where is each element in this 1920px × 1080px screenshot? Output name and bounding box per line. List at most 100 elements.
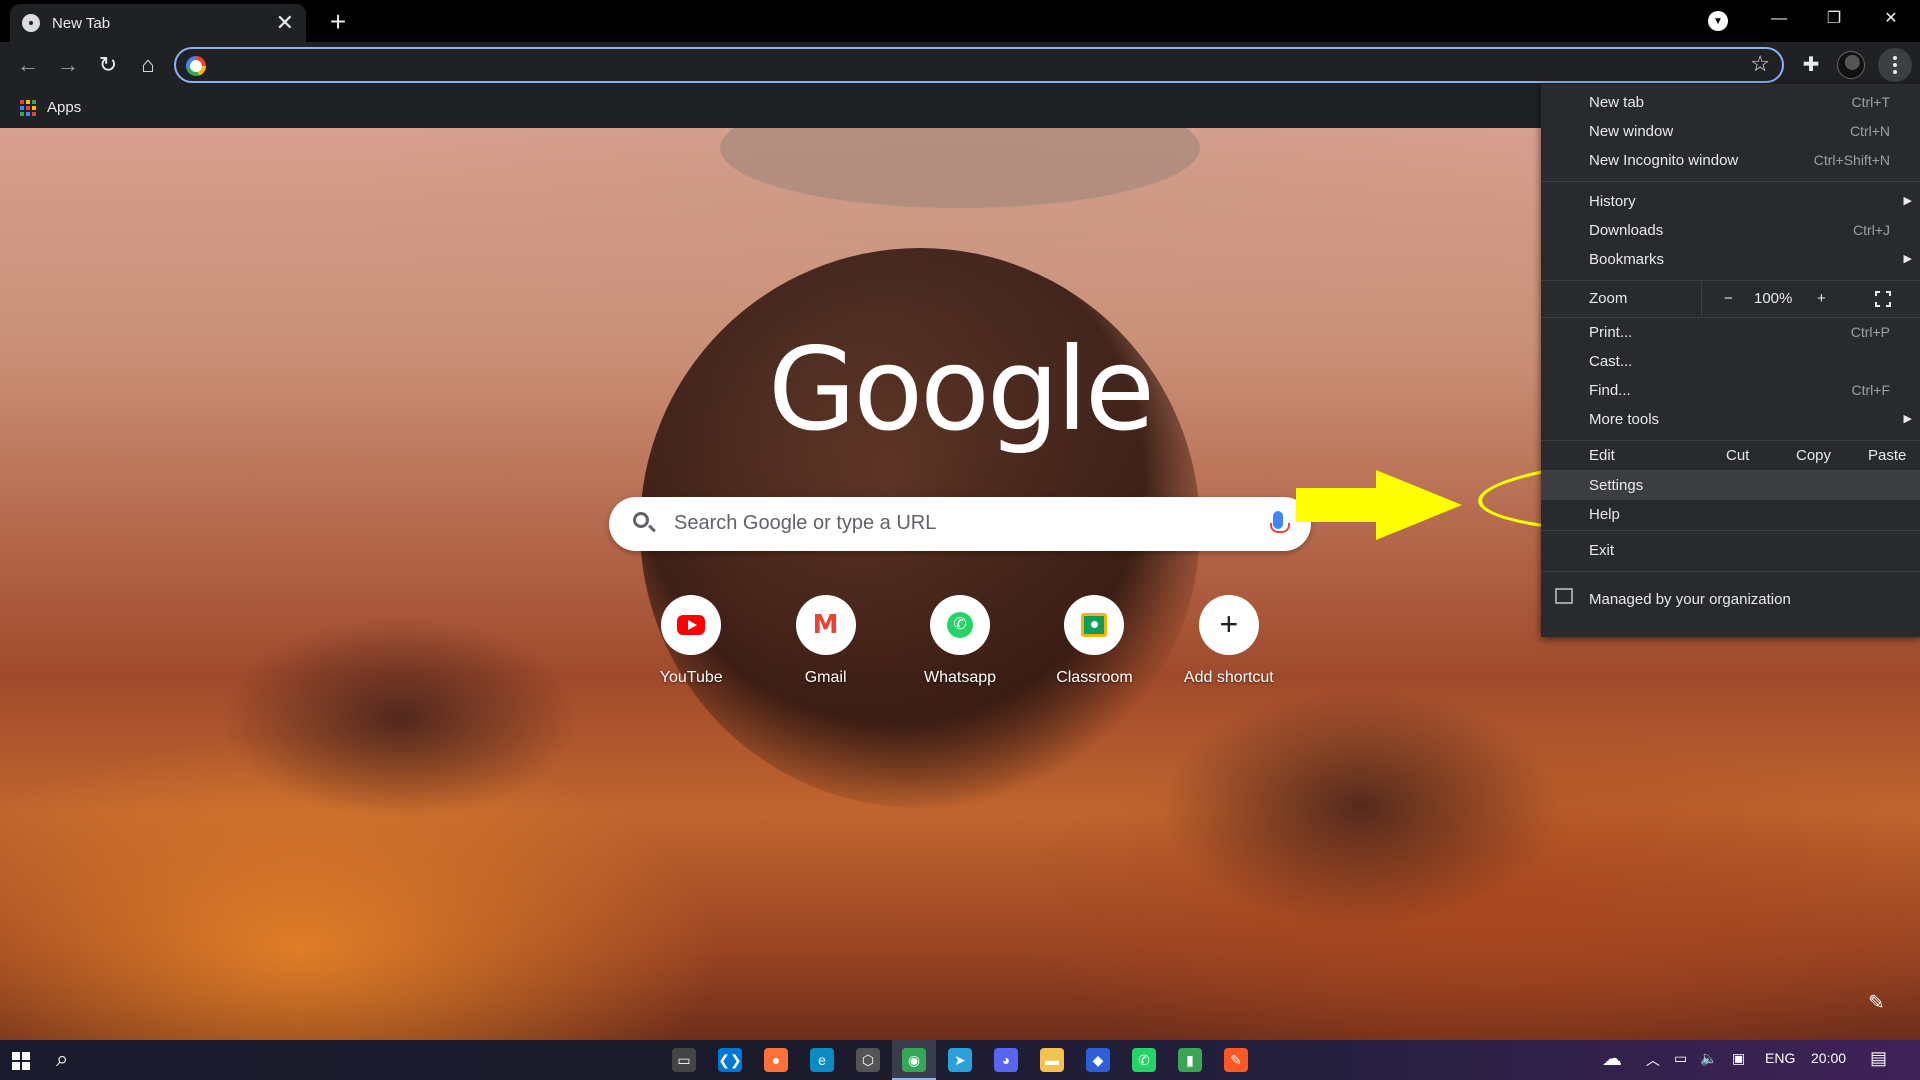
menu-item-history[interactable]: History ▶ <box>1541 187 1920 216</box>
edit-buttons: Cut Copy Paste <box>1701 441 1920 470</box>
forward-button[interactable]: → <box>52 49 84 81</box>
cut-button[interactable]: Cut <box>1726 441 1749 470</box>
tab-title: New Tab <box>52 14 111 32</box>
apps-grid-dot <box>20 100 24 104</box>
search-icon <box>633 512 649 528</box>
reload-button[interactable]: ↻ <box>92 49 124 81</box>
chrome-menu-button[interactable] <box>1878 48 1912 82</box>
apps-grid-icon[interactable] <box>20 100 36 116</box>
tab-new-tab[interactable]: New Tab ✕ <box>10 4 306 42</box>
chrome-icon[interactable]: ◉ <box>902 1048 926 1072</box>
menu-item-cast[interactable]: Cast... <box>1541 347 1920 376</box>
battery-icon[interactable]: ▭ <box>1674 1050 1687 1067</box>
submenu-arrow-icon: ▶ <box>1903 253 1912 265</box>
app-orange-icon[interactable]: ✎ <box>1224 1048 1248 1072</box>
tab-strip: New Tab ✕ + ▼ — ❐ ✕ <box>0 0 1920 42</box>
weather-icon[interactable]: ☁ <box>1602 1046 1622 1071</box>
shortcut-whatsapp[interactable]: ✆ Whatsapp <box>893 595 1027 687</box>
toolbar: ← → ↻ ⌂ ☆ ✚ <box>0 42 1920 88</box>
firefox-icon[interactable]: ● <box>764 1048 788 1072</box>
background-left-hand <box>220 618 580 818</box>
zoom-in-button[interactable]: + <box>1817 281 1826 317</box>
home-button[interactable]: ⌂ <box>132 49 164 81</box>
shortcut-youtube[interactable]: YouTube <box>624 595 758 687</box>
menu-item-downloads[interactable]: Downloads Ctrl+J <box>1541 216 1920 245</box>
zoom-out-button[interactable]: − <box>1724 281 1733 317</box>
add-shortcut-tile[interactable]: + <box>1198 595 1259 655</box>
menu-item-help[interactable]: Help <box>1541 500 1920 529</box>
copy-button[interactable]: Copy <box>1796 441 1831 470</box>
bookmark-star-icon[interactable]: ☆ <box>1750 51 1770 77</box>
chrome-favicon-icon <box>22 14 40 32</box>
discord-icon[interactable]: ◕ <box>994 1048 1018 1072</box>
shortcut-gmail[interactable]: M Gmail <box>758 595 892 687</box>
gmail-icon: M <box>812 610 839 640</box>
settings-app-icon[interactable]: ⬡ <box>856 1048 880 1072</box>
address-bar[interactable]: ☆ <box>174 47 1784 83</box>
fullscreen-icon[interactable] <box>1875 291 1891 307</box>
new-tab-button[interactable]: + <box>322 6 354 38</box>
apps-grid-dot <box>26 100 30 104</box>
app-blue-icon[interactable]: ◆ <box>1086 1048 1110 1072</box>
volume-icon[interactable]: 🔈 <box>1700 1050 1717 1067</box>
building-icon <box>1555 588 1573 604</box>
apps-grid-dot <box>32 100 36 104</box>
menu-item-settings[interactable]: Settings <box>1541 471 1920 500</box>
ntp-search-box[interactable]: Search Google or type a URL <box>609 497 1311 551</box>
apps-bookmark[interactable]: Apps <box>47 99 81 116</box>
apps-grid-dot <box>26 106 30 110</box>
shortcut-youtube-tile[interactable] <box>661 595 722 655</box>
language-indicator[interactable]: ENG <box>1765 1050 1795 1066</box>
windows-start-icon[interactable] <box>12 1052 30 1070</box>
restore-button[interactable]: ❐ <box>1805 0 1863 40</box>
edge-icon[interactable]: e <box>810 1048 834 1072</box>
close-window-button[interactable]: ✕ <box>1862 0 1920 40</box>
shortcut-label: Gmail <box>804 669 847 686</box>
menu-divider <box>1541 181 1920 182</box>
telegram-icon[interactable]: ➤ <box>948 1048 972 1072</box>
plus-icon: + <box>1219 606 1239 642</box>
close-tab-icon[interactable]: ✕ <box>276 12 294 34</box>
extensions-icon[interactable]: ✚ <box>1795 49 1827 81</box>
notifications-icon[interactable]: ▤ <box>1870 1048 1887 1069</box>
terminal-icon[interactable]: ▭ <box>672 1048 696 1072</box>
shortcut-gmail-tile[interactable]: M <box>795 595 856 655</box>
shortcut-add[interactable]: + Add shortcut <box>1162 595 1296 687</box>
google-g-icon <box>186 56 206 76</box>
menu-divider <box>1541 530 1920 531</box>
shortcut-whatsapp-tile[interactable]: ✆ <box>930 595 991 655</box>
shortcut-classroom-tile[interactable] <box>1064 595 1125 655</box>
zoom-level: 100% <box>1754 290 1793 307</box>
menu-item-more-tools[interactable]: More tools ▶ <box>1541 405 1920 434</box>
menu-item-find[interactable]: Find... Ctrl+F <box>1541 376 1920 405</box>
minimize-button[interactable]: — <box>1750 0 1808 40</box>
tray-chevron-icon[interactable]: ︿ <box>1646 1050 1660 1070</box>
shortcut-label: Add shortcut <box>1183 669 1274 686</box>
menu-item-new-incognito-window[interactable]: New Incognito window Ctrl+Shift+N <box>1541 146 1920 175</box>
clock[interactable]: 20:00 <box>1811 1050 1846 1066</box>
apps-grid-dot <box>32 112 36 116</box>
vscode-icon[interactable]: ❮❯ <box>718 1048 742 1072</box>
back-button[interactable]: ← <box>12 49 44 81</box>
shortcut-classroom[interactable]: Classroom <box>1027 595 1161 687</box>
app-green-icon[interactable]: ▮ <box>1178 1048 1202 1072</box>
chevron-down-icon[interactable]: ▼ <box>1708 11 1728 31</box>
apps-grid-dot <box>20 106 24 110</box>
network-icon[interactable]: ▣ <box>1732 1050 1745 1067</box>
youtube-icon <box>677 615 706 635</box>
microphone-icon[interactable] <box>1270 511 1290 533</box>
menu-item-new-window[interactable]: New window Ctrl+N <box>1541 117 1920 146</box>
background-right-hand <box>1160 688 1560 928</box>
whatsapp-taskbar-icon[interactable]: ✆ <box>1132 1048 1156 1072</box>
taskbar-search-icon[interactable]: ⌕ <box>56 1046 68 1072</box>
paste-button[interactable]: Paste <box>1868 441 1906 470</box>
menu-item-bookmarks[interactable]: Bookmarks ▶ <box>1541 245 1920 274</box>
file-explorer-icon[interactable]: ▬ <box>1040 1048 1064 1072</box>
menu-item-managed[interactable]: Managed by your organization <box>1541 580 1920 620</box>
profile-avatar[interactable] <box>1837 51 1865 79</box>
customize-pencil-icon[interactable]: ✎ <box>1868 990 1885 1015</box>
menu-item-exit[interactable]: Exit <box>1541 536 1920 565</box>
submenu-arrow-icon: ▶ <box>1903 195 1912 207</box>
menu-item-print[interactable]: Print... Ctrl+P <box>1541 318 1920 347</box>
menu-item-new-tab[interactable]: New tab Ctrl+T <box>1541 88 1920 117</box>
